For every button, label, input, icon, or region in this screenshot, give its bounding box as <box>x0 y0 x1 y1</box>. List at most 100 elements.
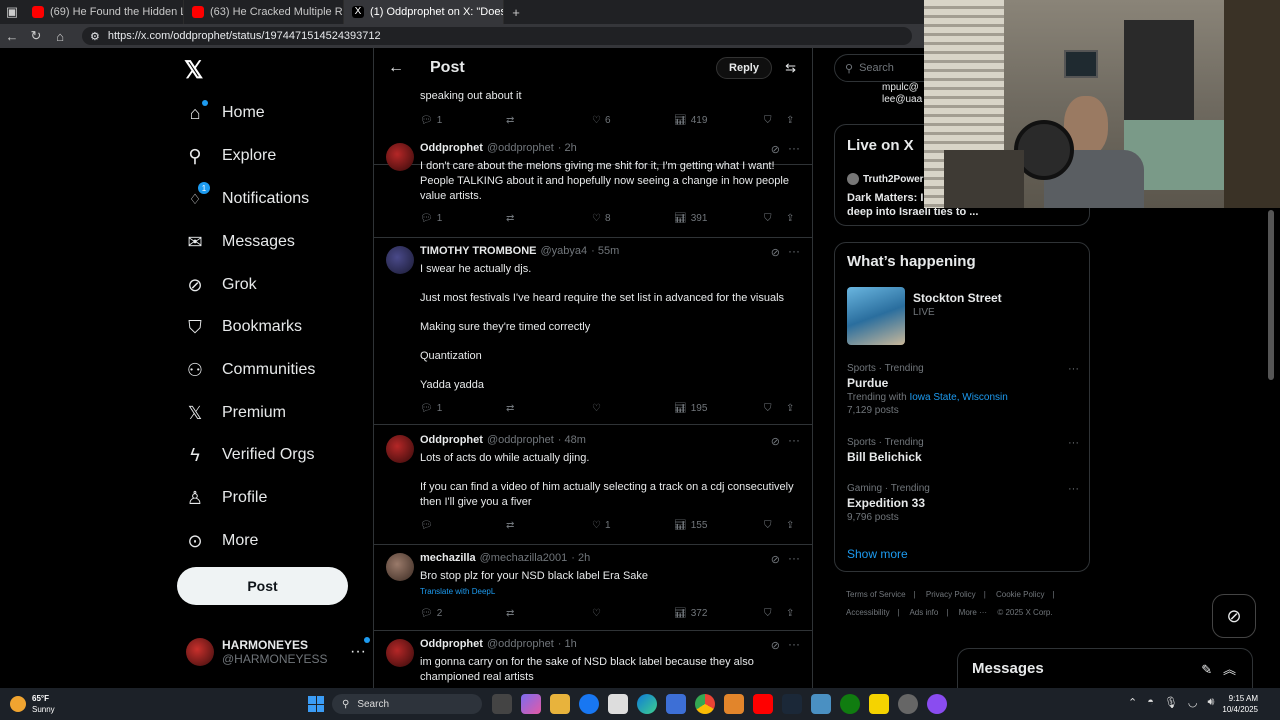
views-icon[interactable]: 📊︎ 155 <box>674 520 764 531</box>
nav-more[interactable]: ⊙ More <box>184 530 258 552</box>
filter-icon[interactable]: ⇆ <box>785 60 796 76</box>
wifi-icon[interactable]: ◡ <box>1188 696 1198 709</box>
mic-icon[interactable]: 🎙︎ <box>1164 696 1178 709</box>
grok-icon[interactable]: ⊘ <box>771 639 780 652</box>
more-icon[interactable]: ··· <box>1068 483 1079 495</box>
expand-icon[interactable]: ︽ <box>1223 662 1236 677</box>
footer-link[interactable]: Ads info <box>909 608 938 617</box>
author-name[interactable]: TIMOTHY TROMBONE <box>420 245 537 257</box>
tweet[interactable]: TIMOTHY TROMBONE @yabya4 · 55m ⊘ ··· I s… <box>374 238 812 425</box>
like-icon[interactable]: ♡ <box>592 403 674 414</box>
post-button[interactable]: Post <box>177 567 348 605</box>
more-icon[interactable]: ··· <box>788 141 800 155</box>
more-icon[interactable]: ··· <box>1068 363 1079 375</box>
amazon-icon[interactable] <box>608 694 628 714</box>
retweet-icon[interactable]: ⇄ <box>506 403 592 414</box>
nav-explore[interactable]: ⚲ Explore <box>184 145 276 167</box>
new-tab-button[interactable]: + <box>504 5 528 20</box>
tweet-time[interactable]: · 1h <box>558 638 577 650</box>
footer-link[interactable]: More ··· <box>959 608 987 617</box>
youtube-icon[interactable] <box>753 694 773 714</box>
tweet[interactable]: Oddprophet @oddprophet · 1h ⊘ ··· im gon… <box>374 631 812 688</box>
share-icon[interactable]: ⇪ <box>786 520 800 531</box>
reply-icon[interactable]: 💬︎ 1 <box>420 403 506 414</box>
browser-tab-active[interactable]: X (1) Oddprophet on X: "Does @dj ✕ <box>344 0 504 24</box>
nav-profile[interactable]: ♙ Profile <box>184 487 267 509</box>
messages-drawer[interactable]: Messages ✎ ︽ <box>957 648 1253 688</box>
edge-icon[interactable] <box>637 694 657 714</box>
like-icon[interactable]: ♡ 8 <box>592 213 674 224</box>
vlc-icon[interactable] <box>724 694 744 714</box>
share-icon[interactable]: ⇪ <box>786 115 800 126</box>
volume-icon[interactable]: 🔊︎ <box>1207 696 1214 709</box>
file-explorer-icon[interactable] <box>550 694 570 714</box>
nav-verified-orgs[interactable]: ϟ Verified Orgs <box>184 444 314 466</box>
views-icon[interactable]: 📊︎ 419 <box>674 115 764 126</box>
author-handle[interactable]: @yabya4 <box>541 245 588 257</box>
back-arrow-icon[interactable]: ← <box>0 29 24 44</box>
trend-item[interactable]: Gaming · Trending Expedition 33 9,796 po… <box>847 483 1079 523</box>
taskbar-search[interactable]: ⚲ Search <box>332 694 482 714</box>
nav-notifications[interactable]: ♢ 1 Notifications <box>184 182 309 210</box>
bookmark-icon[interactable]: ⛉ <box>764 115 786 126</box>
retweet-icon[interactable]: ⇄ <box>506 213 592 224</box>
like-icon[interactable]: ♡ 6 <box>592 115 674 126</box>
reply-icon[interactable]: 💬︎ 1 <box>420 213 506 224</box>
nav-premium[interactable]: 𝕏 Premium <box>184 402 286 424</box>
nav-grok[interactable]: ⊘ Grok <box>184 274 256 296</box>
x-logo-icon[interactable]: 𝕏 <box>184 56 203 85</box>
network-icon[interactable]: ◓ <box>1147 696 1154 709</box>
grok-floating-button[interactable]: ⊘ <box>1212 594 1256 638</box>
more-icon[interactable]: ··· <box>788 551 800 565</box>
reply-icon[interactable]: 💬︎ 1 <box>420 115 506 126</box>
scrollbar-thumb[interactable] <box>1268 210 1274 380</box>
browser-tab[interactable]: (69) He Found the Hidden Lectur ✕ <box>24 0 184 24</box>
nav-home[interactable]: ⌂ Home <box>184 100 265 124</box>
more-icon[interactable]: ··· <box>1068 437 1079 449</box>
live-host[interactable]: Truth2Power <box>847 173 924 185</box>
new-message-icon[interactable]: ✎ <box>1201 662 1212 677</box>
tweet-time[interactable]: · 48m <box>558 434 586 446</box>
home-button-icon[interactable]: ⌂ <box>48 29 72 44</box>
site-info-icon[interactable]: ⚙ <box>90 30 100 43</box>
windows-start-icon[interactable] <box>308 696 324 712</box>
trend-item[interactable]: Sports · Trending Purdue Trending with I… <box>847 363 1079 416</box>
sticky-notes-icon[interactable] <box>869 694 889 714</box>
event-thumbnail[interactable] <box>847 287 905 345</box>
more-icon[interactable]: ··· <box>788 244 800 258</box>
grok-icon[interactable]: ⊘ <box>771 435 780 448</box>
avatar[interactable] <box>386 553 414 581</box>
author-handle[interactable]: @oddprophet <box>487 638 554 650</box>
steam-icon[interactable] <box>782 694 802 714</box>
xbox-icon[interactable] <box>840 694 860 714</box>
taskbar-clock[interactable]: 9:15 AM 10/4/2025 <box>1222 693 1258 715</box>
nav-messages[interactable]: ✉ Messages <box>184 231 294 253</box>
reply-icon[interactable]: 💬︎ <box>420 520 506 531</box>
share-icon[interactable]: ⇪ <box>786 608 800 619</box>
author-name[interactable]: Oddprophet <box>420 434 483 446</box>
share-icon[interactable]: ⇪ <box>786 403 800 414</box>
views-icon[interactable]: 📊︎ 391 <box>674 213 764 224</box>
retweet-icon[interactable]: ⇄ <box>506 608 592 619</box>
avatar[interactable] <box>386 639 414 667</box>
reply-button[interactable]: Reply <box>716 57 772 79</box>
bookmark-icon[interactable]: ⛉ <box>764 520 786 531</box>
tweet[interactable]: Oddprophet @oddprophet · 48m ⊘ ··· Lots … <box>374 427 812 545</box>
footer-link[interactable]: Accessibility <box>846 608 890 617</box>
tweet-time[interactable]: · 2h <box>571 552 590 564</box>
bookmark-icon[interactable]: ⛉ <box>764 608 786 619</box>
more-icon[interactable]: ··· <box>788 637 800 651</box>
more-icon[interactable]: ··· <box>788 433 800 447</box>
bookmark-icon[interactable]: ⛉ <box>764 403 786 414</box>
reload-icon[interactable]: ↻ <box>24 28 48 44</box>
task-view-icon[interactable] <box>492 694 512 714</box>
copilot-icon[interactable] <box>521 694 541 714</box>
footer-link[interactable]: Cookie Policy <box>996 590 1044 599</box>
retweet-icon[interactable]: ⇄ <box>506 520 592 531</box>
grok-icon[interactable]: ⊘ <box>771 246 780 259</box>
trend-link[interactable]: Iowa State, Wisconsin <box>909 392 1007 403</box>
retweet-icon[interactable]: ⇄ <box>506 115 592 126</box>
avatar[interactable] <box>386 435 414 463</box>
avatar[interactable] <box>386 246 414 274</box>
share-icon[interactable]: ⇪ <box>786 213 800 224</box>
